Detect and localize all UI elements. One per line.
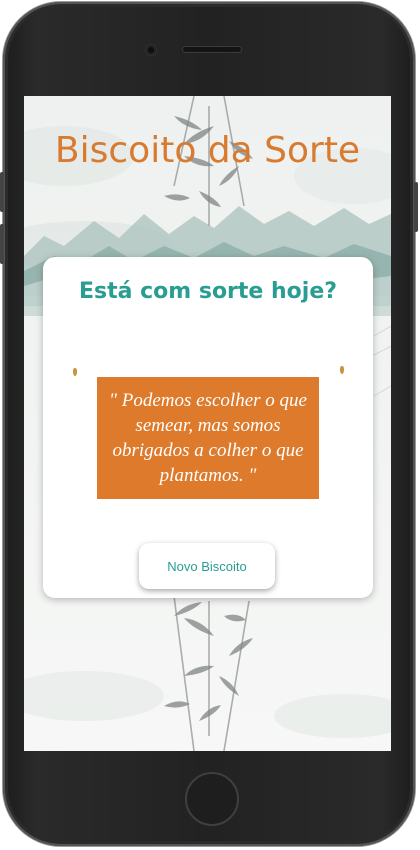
home-button[interactable]	[185, 772, 239, 826]
app-screen: Biscoito da Sorte Está com sorte hoje? "…	[24, 96, 391, 751]
page-title: Biscoito da Sorte	[54, 130, 361, 171]
front-camera	[146, 45, 156, 55]
earpiece-speaker	[182, 46, 242, 53]
fortune-message-box: " Podemos escolher o que semear, mas som…	[97, 377, 319, 499]
volume-up-button	[0, 172, 4, 212]
new-cookie-button[interactable]: Novo Biscoito	[139, 543, 275, 589]
card-heading: Está com sorte hoje?	[78, 279, 338, 304]
cookie-crumb-right-icon	[340, 366, 344, 374]
power-button	[414, 182, 418, 232]
volume-down-button	[0, 224, 4, 264]
fortune-card: Está com sorte hoje? " Podemos escolher …	[43, 257, 373, 598]
fortune-message: " Podemos escolher o que semear, mas som…	[109, 390, 307, 486]
cookie-crumb-left-icon	[73, 368, 77, 376]
